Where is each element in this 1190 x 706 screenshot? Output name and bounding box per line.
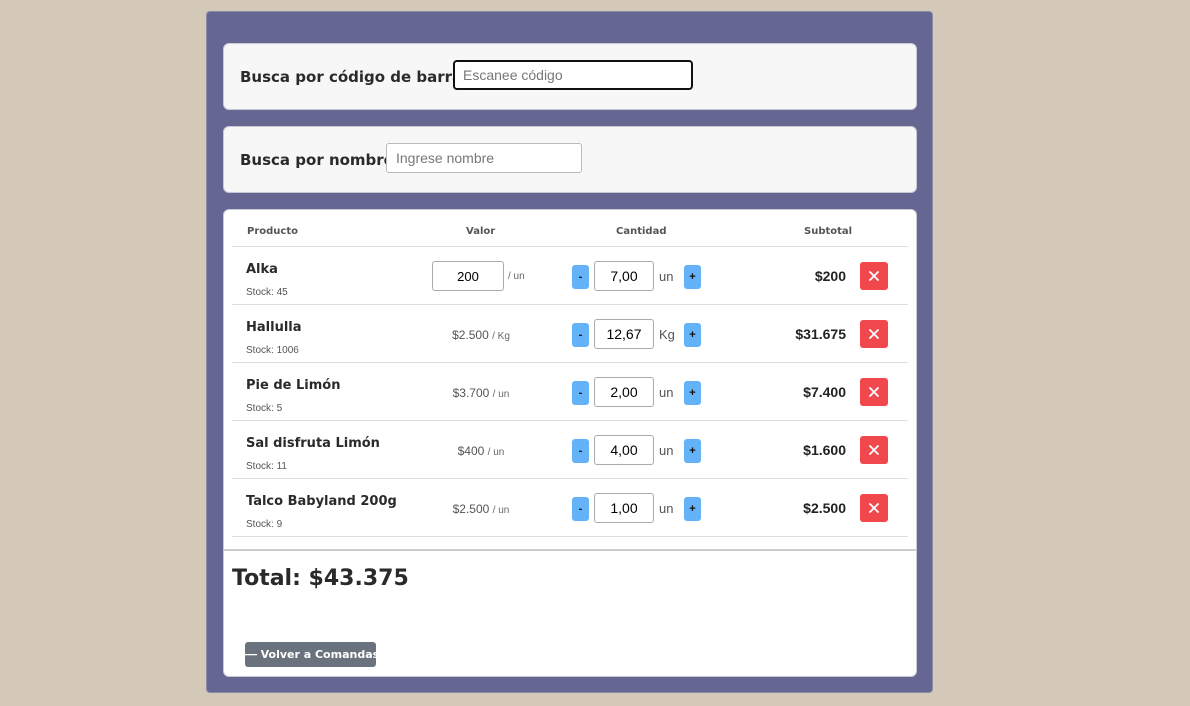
header-product: Producto bbox=[247, 226, 298, 237]
price-unit: / un bbox=[492, 389, 510, 400]
price-amount: $2.500 bbox=[452, 328, 489, 342]
back-button-label: Volver a Comandas bbox=[260, 648, 380, 661]
barcode-search-card: Busca por código de barra: bbox=[223, 43, 917, 110]
increase-qty-button[interactable]: + bbox=[684, 381, 701, 405]
quantity-input[interactable] bbox=[594, 377, 654, 407]
remove-item-button[interactable] bbox=[860, 320, 888, 348]
back-to-comandas-button[interactable]: ⟵ Volver a Comandas bbox=[241, 642, 379, 667]
price-unit: / un bbox=[508, 271, 525, 282]
price-amount: $400 bbox=[457, 444, 485, 458]
price-unit: / un bbox=[487, 447, 505, 458]
product-stock: Stock: 1006 bbox=[246, 345, 299, 356]
product-stock: Stock: 45 bbox=[246, 287, 288, 298]
header-quantity: Cantidad bbox=[616, 226, 667, 237]
row-subtotal: $1.600 bbox=[803, 442, 846, 458]
decrease-qty-button[interactable]: - bbox=[572, 323, 589, 347]
price-input[interactable] bbox=[432, 261, 504, 291]
table-row: Pie de Limón Stock: 5 $3.700 / un - un +… bbox=[232, 363, 908, 421]
header-value: Valor bbox=[466, 226, 496, 237]
price-amount: $2.500 bbox=[452, 502, 490, 516]
name-search-label: Busca por nombre: bbox=[240, 150, 400, 169]
total-divider bbox=[224, 549, 916, 551]
cart-card: Producto Valor Cantidad Subtotal Alka St… bbox=[223, 209, 917, 677]
close-icon bbox=[869, 387, 879, 397]
main-panel: Busca por código de barra: Busca por nom… bbox=[206, 11, 933, 693]
price-unit: / Kg bbox=[492, 331, 510, 342]
quantity-unit: un bbox=[659, 385, 674, 400]
row-subtotal: $31.675 bbox=[795, 326, 846, 342]
product-name: Alka bbox=[246, 262, 278, 277]
table-row: Talco Babyland 200g Stock: 9 $2.500 / un… bbox=[232, 479, 908, 537]
product-name: Hallulla bbox=[246, 320, 302, 335]
row-subtotal: $200 bbox=[814, 268, 846, 284]
price-amount: $3.700 bbox=[452, 386, 490, 400]
quantity-unit: un bbox=[659, 269, 674, 284]
name-search-card: Busca por nombre: bbox=[223, 126, 917, 193]
product-price: $2.500 / Kg bbox=[426, 328, 536, 342]
quantity-input[interactable] bbox=[594, 319, 654, 349]
increase-qty-button[interactable]: + bbox=[684, 439, 701, 463]
barcode-search-label: Busca por código de barra: bbox=[240, 67, 469, 86]
cart-total: Total: $43.375 bbox=[232, 566, 409, 591]
quantity-input[interactable] bbox=[594, 493, 654, 523]
row-subtotal: $2.500 bbox=[803, 500, 846, 516]
remove-item-button[interactable] bbox=[860, 378, 888, 406]
quantity-input[interactable] bbox=[594, 435, 654, 465]
close-icon bbox=[869, 445, 879, 455]
remove-item-button[interactable] bbox=[860, 494, 888, 522]
product-stock: Stock: 11 bbox=[246, 461, 287, 472]
decrease-qty-button[interactable]: - bbox=[572, 265, 589, 289]
product-stock: Stock: 9 bbox=[246, 519, 283, 530]
quantity-unit: un bbox=[659, 501, 674, 516]
decrease-qty-button[interactable]: - bbox=[572, 497, 589, 521]
quantity-unit: un bbox=[659, 443, 674, 458]
remove-item-button[interactable] bbox=[860, 436, 888, 464]
product-name: Sal disfruta Limón bbox=[246, 436, 380, 451]
product-name: Pie de Limón bbox=[246, 378, 341, 393]
price-unit: / un bbox=[492, 505, 510, 516]
close-icon bbox=[869, 329, 879, 339]
name-search-input[interactable] bbox=[386, 143, 582, 173]
arrow-left-icon: ⟵ bbox=[241, 648, 258, 661]
table-row: Hallulla Stock: 1006 $2.500 / Kg - Kg + … bbox=[232, 305, 908, 363]
increase-qty-button[interactable]: + bbox=[684, 497, 701, 521]
close-icon bbox=[869, 271, 879, 281]
table-row: Alka Stock: 45 / un - un + $200 bbox=[232, 247, 908, 305]
row-subtotal: $7.400 bbox=[803, 384, 846, 400]
product-price: $3.700 / un bbox=[426, 386, 536, 400]
quantity-unit: Kg bbox=[659, 327, 675, 342]
close-icon bbox=[869, 503, 879, 513]
product-stock: Stock: 5 bbox=[246, 403, 283, 414]
header-subtotal: Subtotal bbox=[804, 226, 853, 237]
quantity-input[interactable] bbox=[594, 261, 654, 291]
increase-qty-button[interactable]: + bbox=[684, 323, 701, 347]
table-row: Sal disfruta Limón Stock: 11 $400 / un -… bbox=[232, 421, 908, 479]
product-price: $400 / un bbox=[426, 444, 536, 458]
product-price: $2.500 / un bbox=[426, 502, 536, 516]
decrease-qty-button[interactable]: - bbox=[572, 439, 589, 463]
increase-qty-button[interactable]: + bbox=[684, 265, 701, 289]
remove-item-button[interactable] bbox=[860, 262, 888, 290]
product-name: Talco Babyland 200g bbox=[246, 494, 397, 509]
decrease-qty-button[interactable]: - bbox=[572, 381, 589, 405]
barcode-input[interactable] bbox=[453, 60, 693, 90]
